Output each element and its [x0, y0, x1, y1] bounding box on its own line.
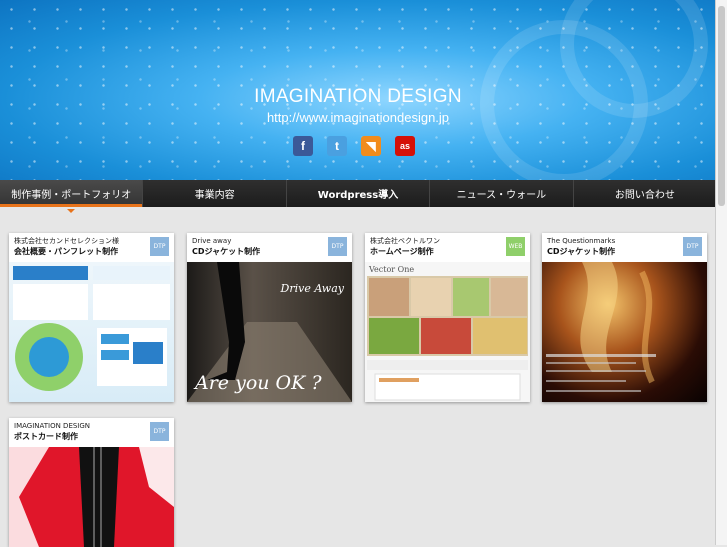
cd-slogan-text: Are you OK ? — [195, 372, 322, 394]
site-url[interactable]: http://www.imaginationdesign.jp — [0, 110, 716, 125]
portfolio-card[interactable]: 株式会社ベクトルワン ホームページ制作 WEB Vector One — [365, 233, 530, 402]
rss-icon[interactable]: ◥ — [361, 136, 381, 156]
category-tag: DTP — [150, 237, 169, 256]
lastfm-icon[interactable]: as — [395, 136, 415, 156]
card-thumbnail[interactable] — [9, 262, 174, 402]
card-caption: The Questionmarks CDジャケット制作 DTP — [542, 233, 707, 262]
portfolio-card[interactable]: Drive away CDジャケット制作 DTP Drive Away Are … — [187, 233, 352, 402]
card-client: Drive away — [192, 237, 232, 245]
nav-item-wordpress[interactable]: Wordpress導入 — [287, 180, 431, 207]
card-title[interactable]: CDジャケット制作 — [192, 246, 347, 257]
card-title[interactable]: ホームページ制作 — [370, 246, 525, 257]
card-client: 株式会社セカンドセレクション様 — [14, 237, 119, 245]
portfolio-card[interactable]: The Questionmarks CDジャケット制作 DTP — [542, 233, 707, 402]
card-caption: IMAGINATION DESIGN ポストカード制作 DTP — [9, 418, 174, 447]
nav-item-services[interactable]: 事業内容 — [143, 180, 287, 207]
website-screenshot — [367, 276, 528, 401]
portfolio-card[interactable]: 株式会社セカンドセレクション様 会社概要・パンフレット制作 DTP — [9, 233, 174, 402]
category-tag: DTP — [150, 422, 169, 441]
social-links: f t ◥ as — [293, 136, 415, 156]
nav-item-contact[interactable]: お問い合わせ — [574, 180, 716, 207]
card-title[interactable]: 会社概要・パンフレット制作 — [14, 246, 169, 257]
card-thumbnail[interactable]: Vector One — [365, 262, 530, 402]
card-caption: Drive away CDジャケット制作 DTP — [187, 233, 352, 262]
card-title[interactable]: ポストカード制作 — [14, 431, 169, 442]
card-caption: 株式会社セカンドセレクション様 会社概要・パンフレット制作 DTP — [9, 233, 174, 262]
category-tag: WEB — [506, 237, 525, 256]
twitter-icon[interactable]: t — [327, 136, 347, 156]
cd-title-text: Drive Away — [280, 282, 344, 295]
card-client: 株式会社ベクトルワン — [370, 237, 440, 245]
site-title[interactable]: IMAGINATION DESIGN — [0, 86, 716, 108]
nav-item-news[interactable]: ニュース・ウォール — [430, 180, 574, 207]
nav-item-portfolio[interactable]: 制作事例・ポートフォリオ — [0, 180, 144, 213]
brochure-image — [13, 266, 170, 391]
card-client: The Questionmarks — [547, 237, 616, 245]
card-caption: 株式会社ベクトルワン ホームページ制作 WEB — [365, 233, 530, 262]
main-nav: 制作事例・ポートフォリオ 事業内容 Wordpress導入 ニュース・ウォール … — [0, 180, 716, 213]
category-tag: DTP — [328, 237, 347, 256]
card-title[interactable]: CDジャケット制作 — [547, 246, 702, 257]
facebook-icon[interactable]: f — [293, 136, 313, 156]
portfolio-card[interactable]: IMAGINATION DESIGN ポストカード制作 DTP — [9, 418, 174, 547]
card-client: IMAGINATION DESIGN — [14, 422, 91, 430]
website-logo-text: Vector One — [369, 265, 415, 274]
card-thumbnail[interactable] — [542, 262, 707, 402]
scrollbar-thumb[interactable] — [718, 6, 725, 206]
vertical-scrollbar[interactable] — [715, 0, 727, 545]
category-tag: DTP — [683, 237, 702, 256]
postcard-image — [9, 447, 174, 547]
card-thumbnail[interactable]: Drive Away Are you OK ? — [187, 262, 352, 402]
album-art-image — [546, 262, 656, 392]
header-banner: IMAGINATION DESIGN http://www.imaginatio… — [0, 0, 716, 180]
card-thumbnail[interactable] — [9, 447, 174, 547]
